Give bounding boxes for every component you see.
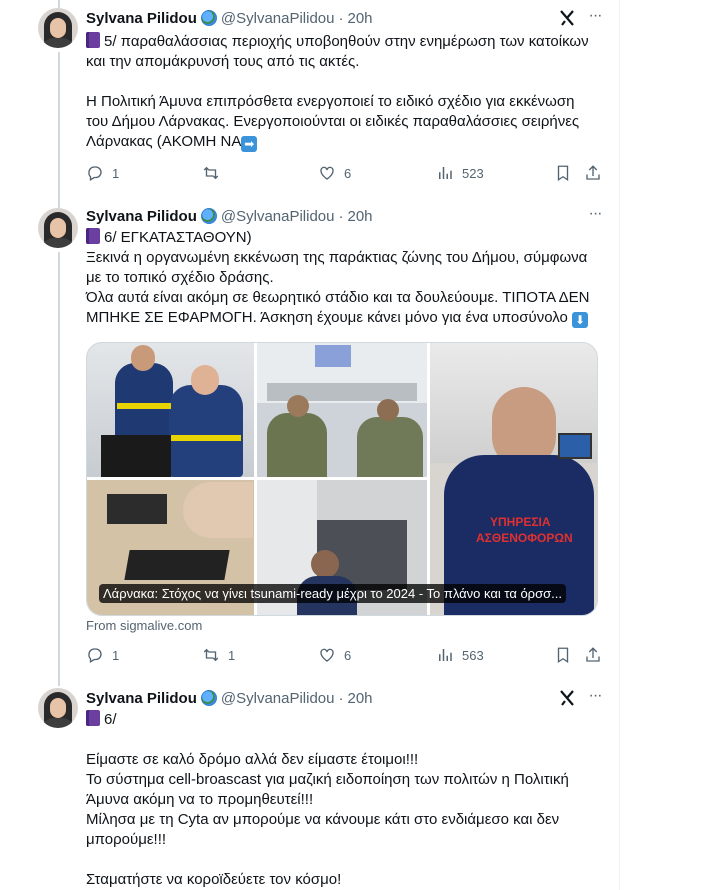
bookmark-icon <box>557 165 569 182</box>
globe-icon <box>200 10 217 26</box>
author-name[interactable]: Sylvana Pilidou <box>86 690 197 707</box>
heart-icon <box>320 166 334 180</box>
reply-button[interactable]: 1 <box>86 645 119 665</box>
views-button[interactable]: 563 <box>436 645 484 665</box>
bookmark-icon <box>557 647 569 664</box>
card-source[interactable]: From sigmalive.com <box>86 618 202 633</box>
thread-line <box>58 52 60 196</box>
tweet-2[interactable]: Sylvana Pilidou @SylvanaPilidou · 20h ··… <box>22 196 620 680</box>
tweet-text: 5/ παραθαλάσσιας περιοχής υποβοηθούν στη… <box>86 32 589 152</box>
retweet-button[interactable] <box>202 163 228 183</box>
author-name[interactable]: Sylvana Pilidou <box>86 10 197 27</box>
right-arrow-icon: ➡ <box>241 136 258 152</box>
card-photo <box>257 343 427 477</box>
thread-line <box>58 680 60 686</box>
tweet-header: Sylvana Pilidou @SylvanaPilidou · 20h <box>86 9 373 27</box>
retweet-button[interactable]: 1 <box>202 645 235 665</box>
globe-icon <box>200 690 217 706</box>
reply-icon <box>88 166 102 181</box>
grok-icon[interactable] <box>557 8 577 28</box>
tweet-3[interactable]: Sylvana Pilidou @SylvanaPilidou · 20h ··… <box>22 680 620 890</box>
views-button[interactable]: 523 <box>436 163 484 183</box>
card-photo: ΥΠΗΡΕΣΙΑ ΑΣΘΕΝΟΦΟΡΩΝ <box>430 343 597 615</box>
tweet-actions: 1 6 523 <box>86 163 618 183</box>
tweet-header: Sylvana Pilidou @SylvanaPilidou · 20h <box>86 207 373 225</box>
author-handle[interactable]: @SylvanaPilidou <box>221 10 335 27</box>
bookmark-button[interactable] <box>554 645 580 665</box>
timeline: Sylvana Pilidou @SylvanaPilidou · 20h ··… <box>22 0 620 890</box>
more-icon[interactable]: ··· <box>585 206 605 226</box>
timestamp[interactable]: 20h <box>348 208 373 225</box>
timestamp[interactable]: 20h <box>348 10 373 27</box>
avatar[interactable] <box>38 8 78 48</box>
book-icon <box>86 32 100 48</box>
thread-line <box>58 196 60 208</box>
timestamp[interactable]: 20h <box>348 690 373 707</box>
globe-icon <box>200 208 217 224</box>
book-icon <box>86 710 100 726</box>
like-button[interactable]: 6 <box>318 163 351 183</box>
share-icon <box>586 165 600 180</box>
tweet-text: 6/ ΕΓΚΑΤΑΣΤΑΘΟΥΝ) Ξεκινά η οργανωμένη εκ… <box>86 228 590 328</box>
retweet-icon <box>203 648 219 662</box>
share-button[interactable] <box>584 645 610 665</box>
tweet-1[interactable]: Sylvana Pilidou @SylvanaPilidou · 20h ··… <box>22 0 620 196</box>
more-icon[interactable]: ··· <box>585 8 605 28</box>
link-card[interactable]: ΥΠΗΡΕΣΙΑ ΑΣΘΕΝΟΦΟΡΩΝ Λάρνακα: Στόχος να … <box>86 342 598 616</box>
grok-icon[interactable] <box>557 688 577 708</box>
tweet-header: Sylvana Pilidou @SylvanaPilidou · 20h <box>86 689 373 707</box>
author-handle[interactable]: @SylvanaPilidou <box>221 690 335 707</box>
avatar[interactable] <box>38 208 78 248</box>
reply-button[interactable]: 1 <box>86 163 119 183</box>
views-icon <box>439 167 452 179</box>
share-button[interactable] <box>584 163 610 183</box>
like-button[interactable]: 6 <box>318 645 351 665</box>
thread-line <box>58 0 60 8</box>
share-icon <box>586 647 600 662</box>
book-icon <box>86 228 100 244</box>
tweet-text: 6/ Είμαστε σε καλό δρόμο αλλά δεν είμαστ… <box>86 710 569 888</box>
views-icon <box>439 649 452 661</box>
down-arrow-icon: ⬇ <box>572 312 589 328</box>
author-handle[interactable]: @SylvanaPilidou <box>221 208 335 225</box>
author-name[interactable]: Sylvana Pilidou <box>86 208 197 225</box>
card-photo <box>87 343 254 477</box>
tweet-actions: 1 1 6 563 <box>86 645 618 665</box>
card-caption: Λάρνακα: Στόχος να γίνει tsunami-ready μ… <box>99 584 566 603</box>
reply-icon <box>88 648 102 663</box>
thread-line <box>58 252 60 680</box>
bookmark-button[interactable] <box>554 163 580 183</box>
avatar[interactable] <box>38 688 78 728</box>
heart-icon <box>320 648 334 662</box>
retweet-icon <box>203 166 219 180</box>
more-icon[interactable]: ··· <box>585 688 605 708</box>
